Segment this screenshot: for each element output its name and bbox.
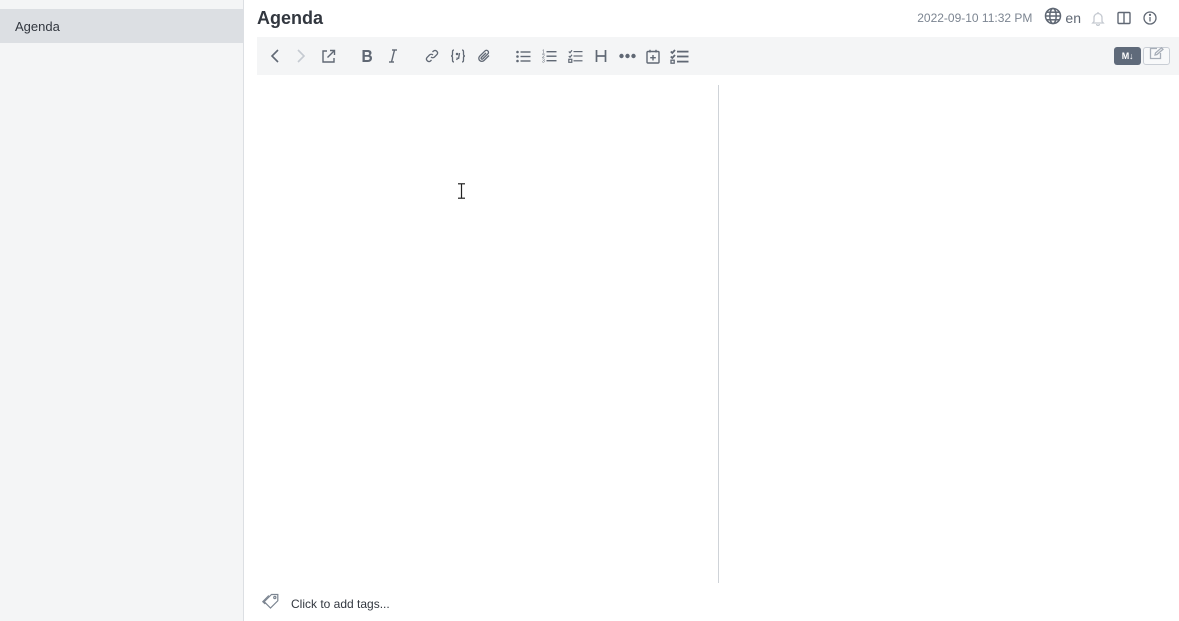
add-tags-placeholder: Click to add tags... (291, 596, 390, 611)
note-title[interactable]: Agenda (257, 6, 323, 30)
checkbox-list-icon[interactable] (564, 46, 586, 66)
spellcheck-language-button[interactable]: en (1044, 7, 1081, 30)
note-list-item-agenda[interactable]: Agenda (0, 9, 243, 43)
editor-toolbar: 1 2 3 M↓ (257, 37, 1179, 75)
note-header-actions: 2022-09-10 11:32 PM en (917, 7, 1163, 30)
external-open-icon[interactable] (317, 46, 339, 66)
forward-icon[interactable] (290, 46, 312, 66)
bullet-list-icon[interactable] (512, 46, 534, 66)
alarm-bell-icon[interactable] (1085, 8, 1111, 28)
note-updated-time: 2022-09-10 11:32 PM (917, 11, 1033, 25)
note-list-item-title: Agenda (15, 18, 60, 34)
toc-icon[interactable] (668, 46, 690, 66)
tag-bar[interactable]: Click to add tags... (261, 593, 390, 614)
markdown-mode-label: M↓ (1121, 50, 1134, 61)
horizontal-rule-icon[interactable] (616, 46, 638, 66)
editor-mode-toggle: M↓ (1114, 45, 1170, 66)
note-app-window: Agenda Agenda 2022-09-10 11:32 PM en 1 2… (0, 0, 1179, 621)
markdown-editor[interactable] (257, 85, 718, 583)
note-list-sidebar: Agenda (0, 0, 244, 621)
tag-icon (261, 593, 280, 614)
back-icon[interactable] (264, 46, 286, 66)
numbered-list-icon[interactable]: 1 2 3 (538, 46, 560, 66)
italic-icon[interactable] (382, 46, 404, 66)
markdown-preview (719, 85, 1179, 583)
language-code: en (1065, 10, 1081, 26)
code-icon[interactable] (447, 46, 469, 66)
heading-icon[interactable] (590, 46, 612, 66)
attachment-icon[interactable] (473, 46, 495, 66)
insert-date-icon[interactable] (642, 46, 664, 66)
svg-text:3: 3 (542, 59, 545, 64)
rich-text-edit-button[interactable] (1143, 46, 1170, 65)
info-icon[interactable] (1137, 8, 1163, 28)
text-cursor-icon (457, 183, 466, 199)
link-icon[interactable] (421, 46, 443, 66)
pencil-edit-icon (1149, 46, 1164, 65)
split-layout-icon[interactable] (1111, 8, 1137, 28)
bold-icon[interactable] (356, 46, 378, 66)
markdown-mode-button[interactable]: M↓ (1114, 46, 1141, 65)
globe-icon (1044, 7, 1062, 30)
